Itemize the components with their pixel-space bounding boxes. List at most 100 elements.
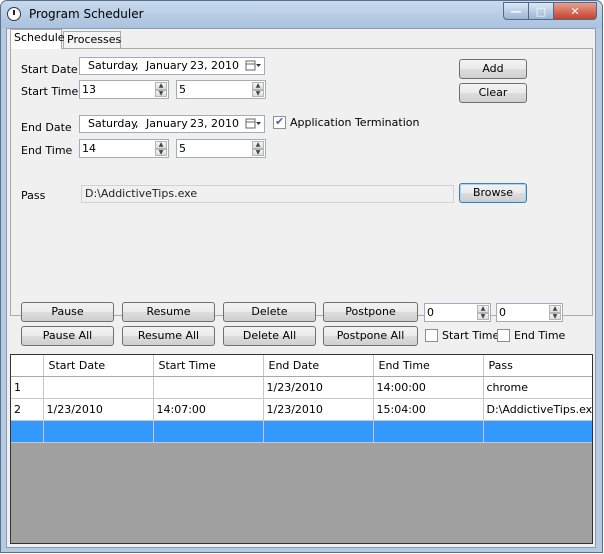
add-button[interactable]: Add: [459, 59, 527, 79]
grid-header-row: Start Date Start Time End Date End Time …: [11, 355, 592, 377]
end-date-picker[interactable]: Saturday , January 23, 2010: [79, 115, 265, 133]
maximize-button[interactable]: □: [529, 2, 554, 20]
postpone-hours-spinner[interactable]: 0 ▲ ▼: [424, 303, 491, 322]
pass-cell[interactable]: D:\AddictiveTips.exe: [483, 398, 592, 421]
browse-button[interactable]: Browse: [459, 183, 527, 203]
spin-up-icon[interactable]: ▲: [252, 82, 264, 90]
delete-button[interactable]: Delete: [223, 302, 316, 322]
app-termination-label: Application Termination: [290, 116, 420, 129]
spin-up-icon[interactable]: ▲: [477, 305, 489, 313]
grid-header-rowheader[interactable]: [11, 355, 44, 377]
end-time-check-label: End Time: [514, 329, 566, 342]
spin-up-icon[interactable]: ▲: [252, 141, 264, 149]
resume-all-button[interactable]: Resume All: [122, 326, 215, 346]
spin-down-icon[interactable]: ▼: [477, 312, 489, 320]
end-hour-value: 14: [82, 142, 96, 155]
end-date-label: End Date: [21, 121, 72, 134]
start-time-check-label: Start Time: [442, 329, 500, 342]
minimize-button[interactable]: —: [503, 2, 529, 20]
end-minute-spinner[interactable]: 5 ▲ ▼: [176, 139, 266, 158]
end-date-cell[interactable]: 1/23/2010: [263, 376, 374, 399]
end-time-checkbox[interactable]: [497, 329, 510, 342]
start-time-label: Start Time: [21, 85, 79, 98]
start-date-cell[interactable]: 1/23/2010: [43, 398, 154, 421]
end-minute-value: 5: [179, 142, 186, 155]
start-minute-value: 5: [179, 83, 186, 96]
start-date-cell[interactable]: [43, 420, 154, 443]
close-icon: ✕: [570, 4, 580, 18]
spin-down-icon[interactable]: ▼: [252, 148, 264, 156]
end-date-month: January: [146, 117, 188, 130]
end-time-cell[interactable]: [373, 420, 484, 443]
table-row[interactable]: 1 1/23/2010 14:00:00 chrome: [11, 376, 592, 399]
tab-schedule[interactable]: Schedule: [10, 29, 65, 49]
end-date-cell[interactable]: [263, 420, 374, 443]
pause-button[interactable]: Pause: [21, 302, 114, 322]
schedule-grid[interactable]: Start Date Start Time End Date End Time …: [10, 354, 593, 544]
grid-header-end-time[interactable]: End Time: [373, 355, 484, 377]
title-bar[interactable]: Program Scheduler — □ ✕: [1, 1, 602, 28]
postpone-minutes-spinner[interactable]: 0 ▲ ▼: [496, 303, 563, 322]
postpone-all-button[interactable]: Postpone All: [323, 326, 418, 346]
start-hour-value: 13: [82, 83, 96, 96]
postpone-button[interactable]: Postpone: [323, 302, 418, 322]
clear-button[interactable]: Clear: [459, 83, 527, 103]
start-date-label: Start Date: [21, 63, 78, 76]
postpone-hours-value: 0: [427, 306, 434, 319]
pass-cell[interactable]: [483, 420, 592, 443]
calendar-dropdown-icon[interactable]: [245, 60, 262, 72]
end-date-cell[interactable]: 1/23/2010: [263, 398, 374, 421]
resume-button[interactable]: Resume: [122, 302, 215, 322]
table-row-selected[interactable]: [11, 420, 592, 443]
pass-field[interactable]: D:\AddictiveTips.exe: [81, 185, 454, 203]
close-button[interactable]: ✕: [554, 2, 597, 20]
start-hour-spinner[interactable]: 13 ▲ ▼: [79, 80, 169, 99]
delete-all-button[interactable]: Delete All: [223, 326, 316, 346]
window-title: Program Scheduler: [29, 7, 144, 21]
end-hour-spinner[interactable]: 14 ▲ ▼: [79, 139, 169, 158]
pass-cell[interactable]: chrome: [483, 376, 592, 399]
pass-label: Pass: [21, 189, 46, 202]
schedule-panel: Start Date Saturday , January 23, 2010 S…: [10, 48, 593, 316]
end-date-dayyear: 23, 2010: [190, 117, 239, 130]
end-time-label: End Time: [21, 144, 73, 157]
postpone-minutes-value: 0: [499, 306, 506, 319]
row-number-cell[interactable]: 1: [11, 376, 44, 399]
tab-processes[interactable]: Processes: [63, 31, 121, 49]
spin-down-icon[interactable]: ▼: [252, 89, 264, 97]
spin-up-icon[interactable]: ▲: [155, 82, 167, 90]
end-date-weekday: Saturday: [88, 117, 138, 130]
window-controls: — □ ✕: [503, 2, 597, 20]
row-number-cell[interactable]: [11, 420, 44, 443]
calendar-dropdown-icon[interactable]: [245, 118, 262, 130]
grid-header-pass[interactable]: Pass: [483, 355, 592, 377]
grid-header-end-date[interactable]: End Date: [263, 355, 374, 377]
spin-up-icon[interactable]: ▲: [549, 305, 561, 313]
spin-down-icon[interactable]: ▼: [155, 89, 167, 97]
grid-header-start-date[interactable]: Start Date: [43, 355, 154, 377]
start-date-sep: ,: [135, 59, 139, 72]
spin-down-icon[interactable]: ▼: [549, 312, 561, 320]
maximize-icon: □: [535, 4, 547, 18]
end-time-cell[interactable]: 14:00:00: [373, 376, 484, 399]
table-row[interactable]: 2 1/23/2010 14:07:00 1/23/2010 15:04:00 …: [11, 398, 592, 421]
spin-up-icon[interactable]: ▲: [155, 141, 167, 149]
spin-down-icon[interactable]: ▼: [155, 148, 167, 156]
pause-all-button[interactable]: Pause All: [21, 326, 114, 346]
program-scheduler-window: Program Scheduler — □ ✕ Schedule Process…: [0, 0, 603, 553]
end-time-cell[interactable]: 15:04:00: [373, 398, 484, 421]
start-date-cell[interactable]: [43, 376, 154, 399]
start-time-checkbox[interactable]: [425, 329, 438, 342]
start-time-cell[interactable]: [153, 376, 264, 399]
grid-header-start-time[interactable]: Start Time: [153, 355, 264, 377]
start-time-cell[interactable]: 14:07:00: [153, 398, 264, 421]
start-date-weekday: Saturday: [88, 59, 138, 72]
app-termination-checkbox[interactable]: [273, 115, 286, 129]
clock-icon: [7, 7, 21, 21]
row-number-cell[interactable]: 2: [11, 398, 44, 421]
start-time-cell[interactable]: [153, 420, 264, 443]
start-date-picker[interactable]: Saturday , January 23, 2010: [79, 57, 265, 75]
end-date-sep: ,: [135, 117, 139, 130]
start-minute-spinner[interactable]: 5 ▲ ▼: [176, 80, 266, 99]
start-date-month: January: [146, 59, 188, 72]
